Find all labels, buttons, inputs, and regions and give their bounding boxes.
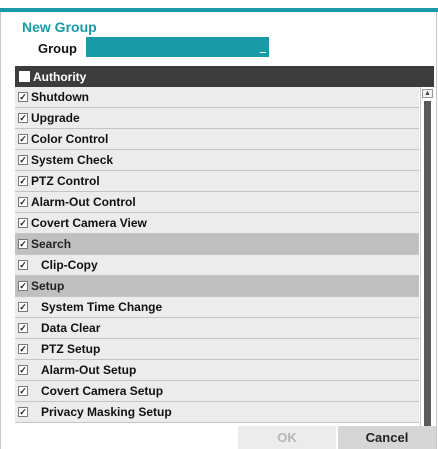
scroll-thumb[interactable]: [424, 101, 431, 429]
list-item-label: Data Clear: [41, 321, 101, 335]
list-item[interactable]: ✓ Clip-Copy: [15, 255, 419, 276]
ok-button[interactable]: OK: [238, 426, 336, 449]
checkbox[interactable]: ✓: [18, 197, 28, 207]
checkbox[interactable]: ✓: [18, 323, 28, 333]
authority-header[interactable]: Authority: [15, 66, 434, 87]
list-section-label: Search: [31, 237, 72, 251]
list-item[interactable]: ✓ PTZ Setup: [15, 339, 419, 360]
checkbox[interactable]: ✓: [18, 92, 28, 102]
list-section-search[interactable]: ✓ Search: [15, 234, 419, 255]
checkbox[interactable]: ✓: [18, 281, 28, 291]
list-item-label: System Check: [31, 153, 114, 167]
list-item[interactable]: ✓ Alarm-Out Control: [15, 192, 419, 213]
list-section-setup[interactable]: ✓ Setup: [15, 276, 419, 297]
list-item[interactable]: ✓ Upgrade: [15, 108, 419, 129]
list-item[interactable]: ✓ Covert Camera View: [15, 213, 419, 234]
checkbox[interactable]: ✓: [18, 365, 28, 375]
top-bar: [0, 0, 438, 12]
list-item[interactable]: ✓ System Check: [15, 150, 419, 171]
group-label: Group: [38, 41, 77, 56]
scrollbar[interactable]: ▲ ▼: [420, 87, 434, 446]
list-item-label: Shutdown: [31, 90, 89, 104]
checkbox[interactable]: ✓: [18, 239, 28, 249]
list-section-label: Setup: [31, 279, 65, 293]
cancel-button[interactable]: Cancel: [338, 426, 436, 449]
checkbox[interactable]: ✓: [18, 344, 28, 354]
checkbox[interactable]: ✓: [18, 155, 28, 165]
text-cursor: [260, 52, 266, 53]
list-item-label: Upgrade: [31, 111, 80, 125]
scroll-up-arrow-icon[interactable]: ▲: [422, 89, 433, 98]
list-item-label: System Time Change: [41, 300, 163, 314]
list-item-label: Alarm-Out Control: [31, 195, 136, 209]
list-item[interactable]: ✓ Color Control: [15, 129, 419, 150]
list-item[interactable]: ✓ PTZ Control: [15, 171, 419, 192]
checkbox[interactable]: ✓: [18, 386, 28, 396]
list-item[interactable]: ✓ Privacy Masking Setup: [15, 402, 419, 423]
list-item-label: PTZ Control: [31, 174, 100, 188]
select-all-checkbox[interactable]: [19, 71, 30, 82]
list-item-label: Privacy Masking Setup: [41, 405, 172, 419]
list-item-label: PTZ Setup: [41, 342, 101, 356]
list-item[interactable]: ✓ Shutdown: [15, 87, 419, 108]
list-item-label: Color Control: [31, 132, 109, 146]
list-item[interactable]: ✓ System Time Change: [15, 297, 419, 318]
dialog-title: New Group: [22, 19, 97, 35]
list-item-label: Clip-Copy: [41, 258, 98, 272]
list-item-label: Alarm-Out Setup: [41, 363, 137, 377]
authority-header-label: Authority: [33, 69, 87, 84]
authority-list: ✓ Shutdown ✓ Upgrade ✓ Color Control ✓ Syste…: [15, 87, 419, 423]
group-name-input[interactable]: [86, 37, 269, 57]
checkbox[interactable]: ✓: [18, 176, 28, 186]
checkbox[interactable]: ✓: [18, 113, 28, 123]
checkbox[interactable]: ✓: [18, 218, 28, 228]
checkbox[interactable]: ✓: [18, 260, 28, 270]
list-item[interactable]: ✓ Data Clear: [15, 318, 419, 339]
list-item[interactable]: ✓ Covert Camera Setup: [15, 381, 419, 402]
list-item[interactable]: ✓ Alarm-Out Setup: [15, 360, 419, 381]
checkbox[interactable]: ✓: [18, 302, 28, 312]
checkbox[interactable]: ✓: [18, 134, 28, 144]
checkbox[interactable]: ✓: [18, 407, 28, 417]
list-item-label: Covert Camera View: [31, 216, 147, 230]
list-item-label: Covert Camera Setup: [41, 384, 164, 398]
